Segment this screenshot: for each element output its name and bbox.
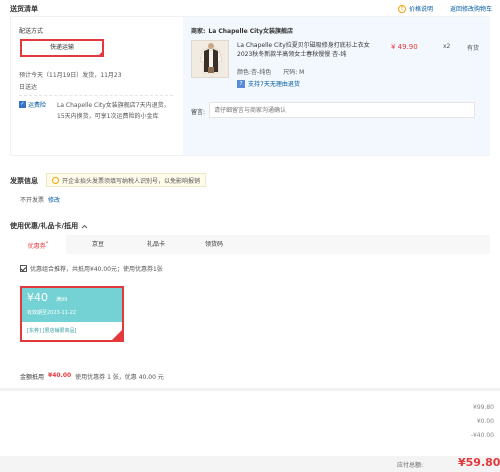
delivery-estimate-line2: 日送达 [19,84,38,91]
tab-coupons[interactable]: 优惠券* [10,235,66,254]
checkbox[interactable] [20,265,27,272]
back-to-cart-link[interactable]: 返回修改购物车 [450,4,492,13]
coupon-section-toggle[interactable]: 使用优惠/礼品卡/抵用 [10,221,88,231]
chevron-up-icon [81,224,88,228]
invoice-status: 不开发票 [20,197,45,204]
best-combo-option[interactable]: 优惠组合推荐，共抵用¥40.00元；使用优惠券1张 [20,264,163,273]
lightbulb-icon [52,176,59,184]
product-pane: 商家: La Chapelle City女装旗舰店 La Chapelle Cit… [183,17,490,155]
shipping-insurance-badge: ✓ 运费险 [19,100,46,109]
size-value: M [299,69,305,76]
product-title-link[interactable]: La Chapelle City拉夏贝尔磁吸修身打底衫上衣女2023秋冬新款半高… [237,41,372,59]
discount-summary: 金额抵用 ¥40.00 使用优惠券 1 张，优惠 40.00 元 [20,372,164,381]
delivery-block: 配送方式 快递运输 预计今天（11月19日）发货，11月23 日送达 ✓ 运费险… [10,16,490,156]
coupon-scope: [东券] [限店铺限商品] [27,328,77,334]
invoice-edit-link[interactable]: 修改 [48,197,60,204]
price-explanation-link[interactable]: ! 价格说明 [398,4,433,13]
product-quantity: x2 [443,43,451,50]
invoice-tip-text: 开企业抬头发票须填写纳税人识别号，以免影响报销 [62,177,201,185]
product-thumbnail[interactable] [191,40,229,78]
coupon-card-top: ¥40 满99 有效期至2023-11-22 [22,288,122,322]
divider [19,95,173,96]
payable-label: 应付总额: [397,462,424,469]
shipping-pane: 配送方式 快递运输 预计今天（11月19日）发货，11月23 日送达 ✓ 运费险… [11,17,181,155]
insurance-badge-label: 运费险 [28,102,47,109]
discount-summary-label: 金额抵用 [20,374,45,381]
shipping-method-label: 配送方式 [19,28,44,35]
total-shipping-value: ¥0.00 [476,418,494,425]
coupon-amount: ¥40 [27,291,48,304]
stock-status: 有货 [467,45,480,52]
section-title-delivery-list: 送货清单 [10,5,38,13]
coupon-section-title: 使用优惠/礼品卡/抵用 [10,222,79,230]
return-policy-text: 支持7天无理由退货 [248,81,300,88]
insurance-description: La Chapelle City女装旗舰店7天内退货，15天内换货，可享1次运费… [57,102,170,120]
coupon-panel: 优惠组合推荐，共抵用¥40.00元；使用优惠券1张 ¥40 满99 有效期至20… [10,254,490,354]
return-policy-badge: 7 支持7天无理由退货 [237,79,300,88]
tab-jingdou[interactable]: 京豆 [70,235,126,254]
tab-pickup-code[interactable]: 领货码 [186,235,242,254]
store-row: 商家: La Chapelle City女装旗舰店 [191,26,293,35]
invoice-tip: 开企业抬头发票须填写纳税人识别号，以免影响报销 [46,173,207,187]
invoice-status-row: 不开发票 修改 [20,195,60,204]
note-input[interactable] [209,102,475,118]
tab-marker: * [45,241,49,247]
return-7day-icon: 7 [237,79,245,88]
product-price: ¥ 49.90 [391,43,418,51]
store-label: 商家: [191,28,206,35]
divider [0,388,500,391]
express-shipping-button[interactable]: 快递运输 [20,39,104,57]
color-label: 颜色: [237,69,252,76]
info-icon: ! [398,4,406,13]
payable-amount: ¥59.80 [458,456,500,469]
selected-corner-icon [112,330,122,340]
total-discount-value: -¥40.00 [470,432,494,439]
tab-coupons-label: 优惠券 [27,243,46,250]
coupon-validity: 有效期至2023-11-22 [27,310,77,316]
product-image-icon [192,41,228,77]
coupon-card[interactable]: ¥40 满99 有效期至2023-11-22 [东券] [限店铺限商品] [20,286,124,342]
color-value: 杏-纯色 [251,69,272,76]
store-name-link[interactable]: La Chapelle City女装旗舰店 [208,28,293,35]
insurance-icon: ✓ [19,101,26,108]
invoice-section-title: 发票信息 [10,177,38,185]
color-attr: 颜色:杏-纯色 [237,67,271,76]
payable-bar [0,456,500,472]
page-header: 送货清单 ! 价格说明 返回修改购物车 [0,0,500,16]
tab-gift-card[interactable]: 礼品卡 [128,235,184,254]
size-label: 尺码: [283,69,298,76]
total-goods-value: ¥99.80 [473,404,494,411]
price-explanation-label: 价格说明 [409,6,434,13]
note-label: 留言: [191,109,206,116]
delivery-estimate: 预计今天（11月19日）发货，11月23 [19,72,122,79]
discount-summary-detail: 使用优惠券 1 张，优惠 40.00 元 [75,374,164,381]
best-combo-text: 优惠组合推荐，共抵用¥40.00元；使用优惠券1张 [30,266,163,273]
product-attributes: 颜色:杏-纯色 尺码: M [237,67,304,76]
coupon-tabs: 优惠券* 京豆 礼品卡 领货码 [10,235,490,254]
size-attr: 尺码: M [283,67,304,76]
coupon-condition: 满99 [56,297,68,303]
discount-summary-amount: ¥40.00 [48,372,72,379]
